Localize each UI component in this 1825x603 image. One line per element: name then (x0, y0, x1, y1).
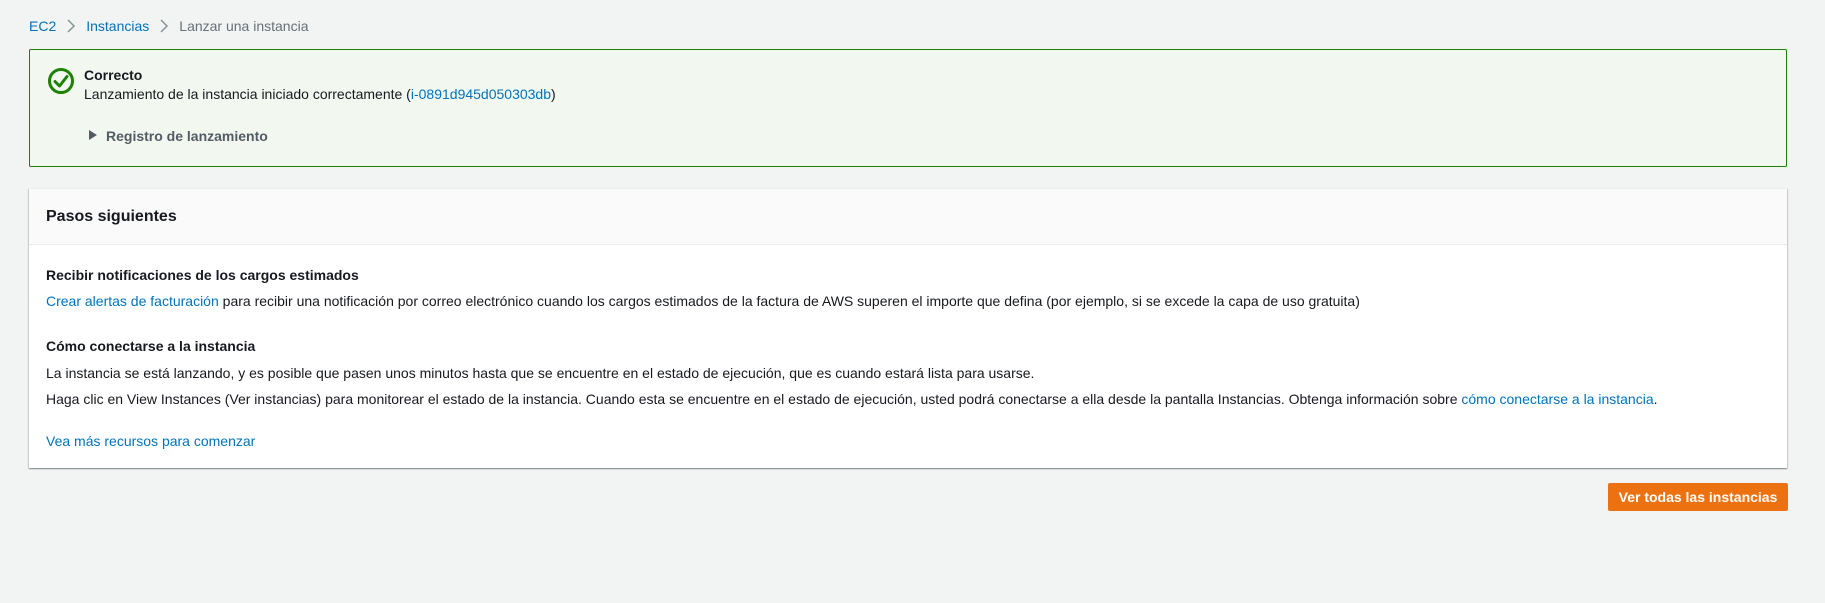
chevron-right-icon (56, 16, 86, 36)
flash-title: Correcto (84, 67, 143, 83)
chevron-right-icon (149, 16, 179, 36)
connect-line-2: Haga clic en View Instances (Ver instanc… (46, 390, 1658, 408)
panel-header: Pasos siguientes (29, 189, 1787, 245)
next-steps-title: Pasos siguientes (46, 207, 177, 225)
billing-description: Crear alertas de facturación para recibi… (46, 292, 1360, 310)
view-all-instances-button[interactable]: Ver todas las instancias (1608, 483, 1788, 511)
connect-line-1: La instancia se está lanzando, y es posi… (46, 365, 1035, 381)
caret-right-icon (88, 127, 106, 145)
launch-log-label: Registro de lanzamiento (106, 128, 268, 144)
flash-message: Lanzamiento de la instancia iniciado cor… (84, 85, 556, 103)
connect-line-2-suffix: . (1653, 391, 1658, 407)
success-flash: Correcto Lanzamiento de la instancia ini… (29, 49, 1787, 167)
create-billing-alerts-link[interactable]: Crear alertas de facturación (46, 293, 219, 309)
check-circle-icon (47, 67, 75, 95)
connect-line-2-text: Haga clic en View Instances (Ver instanc… (46, 391, 1462, 407)
instance-id-link[interactable]: i-0891d945d050303db (411, 86, 551, 102)
connect-section-title: Cómo conectarse a la instancia (46, 338, 256, 354)
next-steps-panel: Pasos siguientes Recibir notificaciones … (29, 188, 1787, 468)
launch-log-expander[interactable]: Registro de lanzamiento (88, 127, 268, 145)
how-to-connect-link[interactable]: cómo conectarse a la instancia (1461, 391, 1653, 407)
breadcrumb-ec2-link[interactable]: EC2 (29, 18, 56, 34)
billing-section-title: Recibir notificaciones de los cargos est… (46, 267, 359, 283)
flash-message-suffix: ) (551, 86, 556, 102)
billing-text: para recibir una notificación por correo… (218, 293, 1360, 309)
breadcrumb: EC2 Instancias Lanzar una instancia (29, 16, 308, 36)
more-resources-link[interactable]: Vea más recursos para comenzar (46, 432, 255, 450)
flash-message-prefix: Lanzamiento de la instancia iniciado cor… (84, 86, 411, 102)
breadcrumb-instances-link[interactable]: Instancias (86, 18, 149, 34)
breadcrumb-current: Lanzar una instancia (179, 18, 309, 34)
